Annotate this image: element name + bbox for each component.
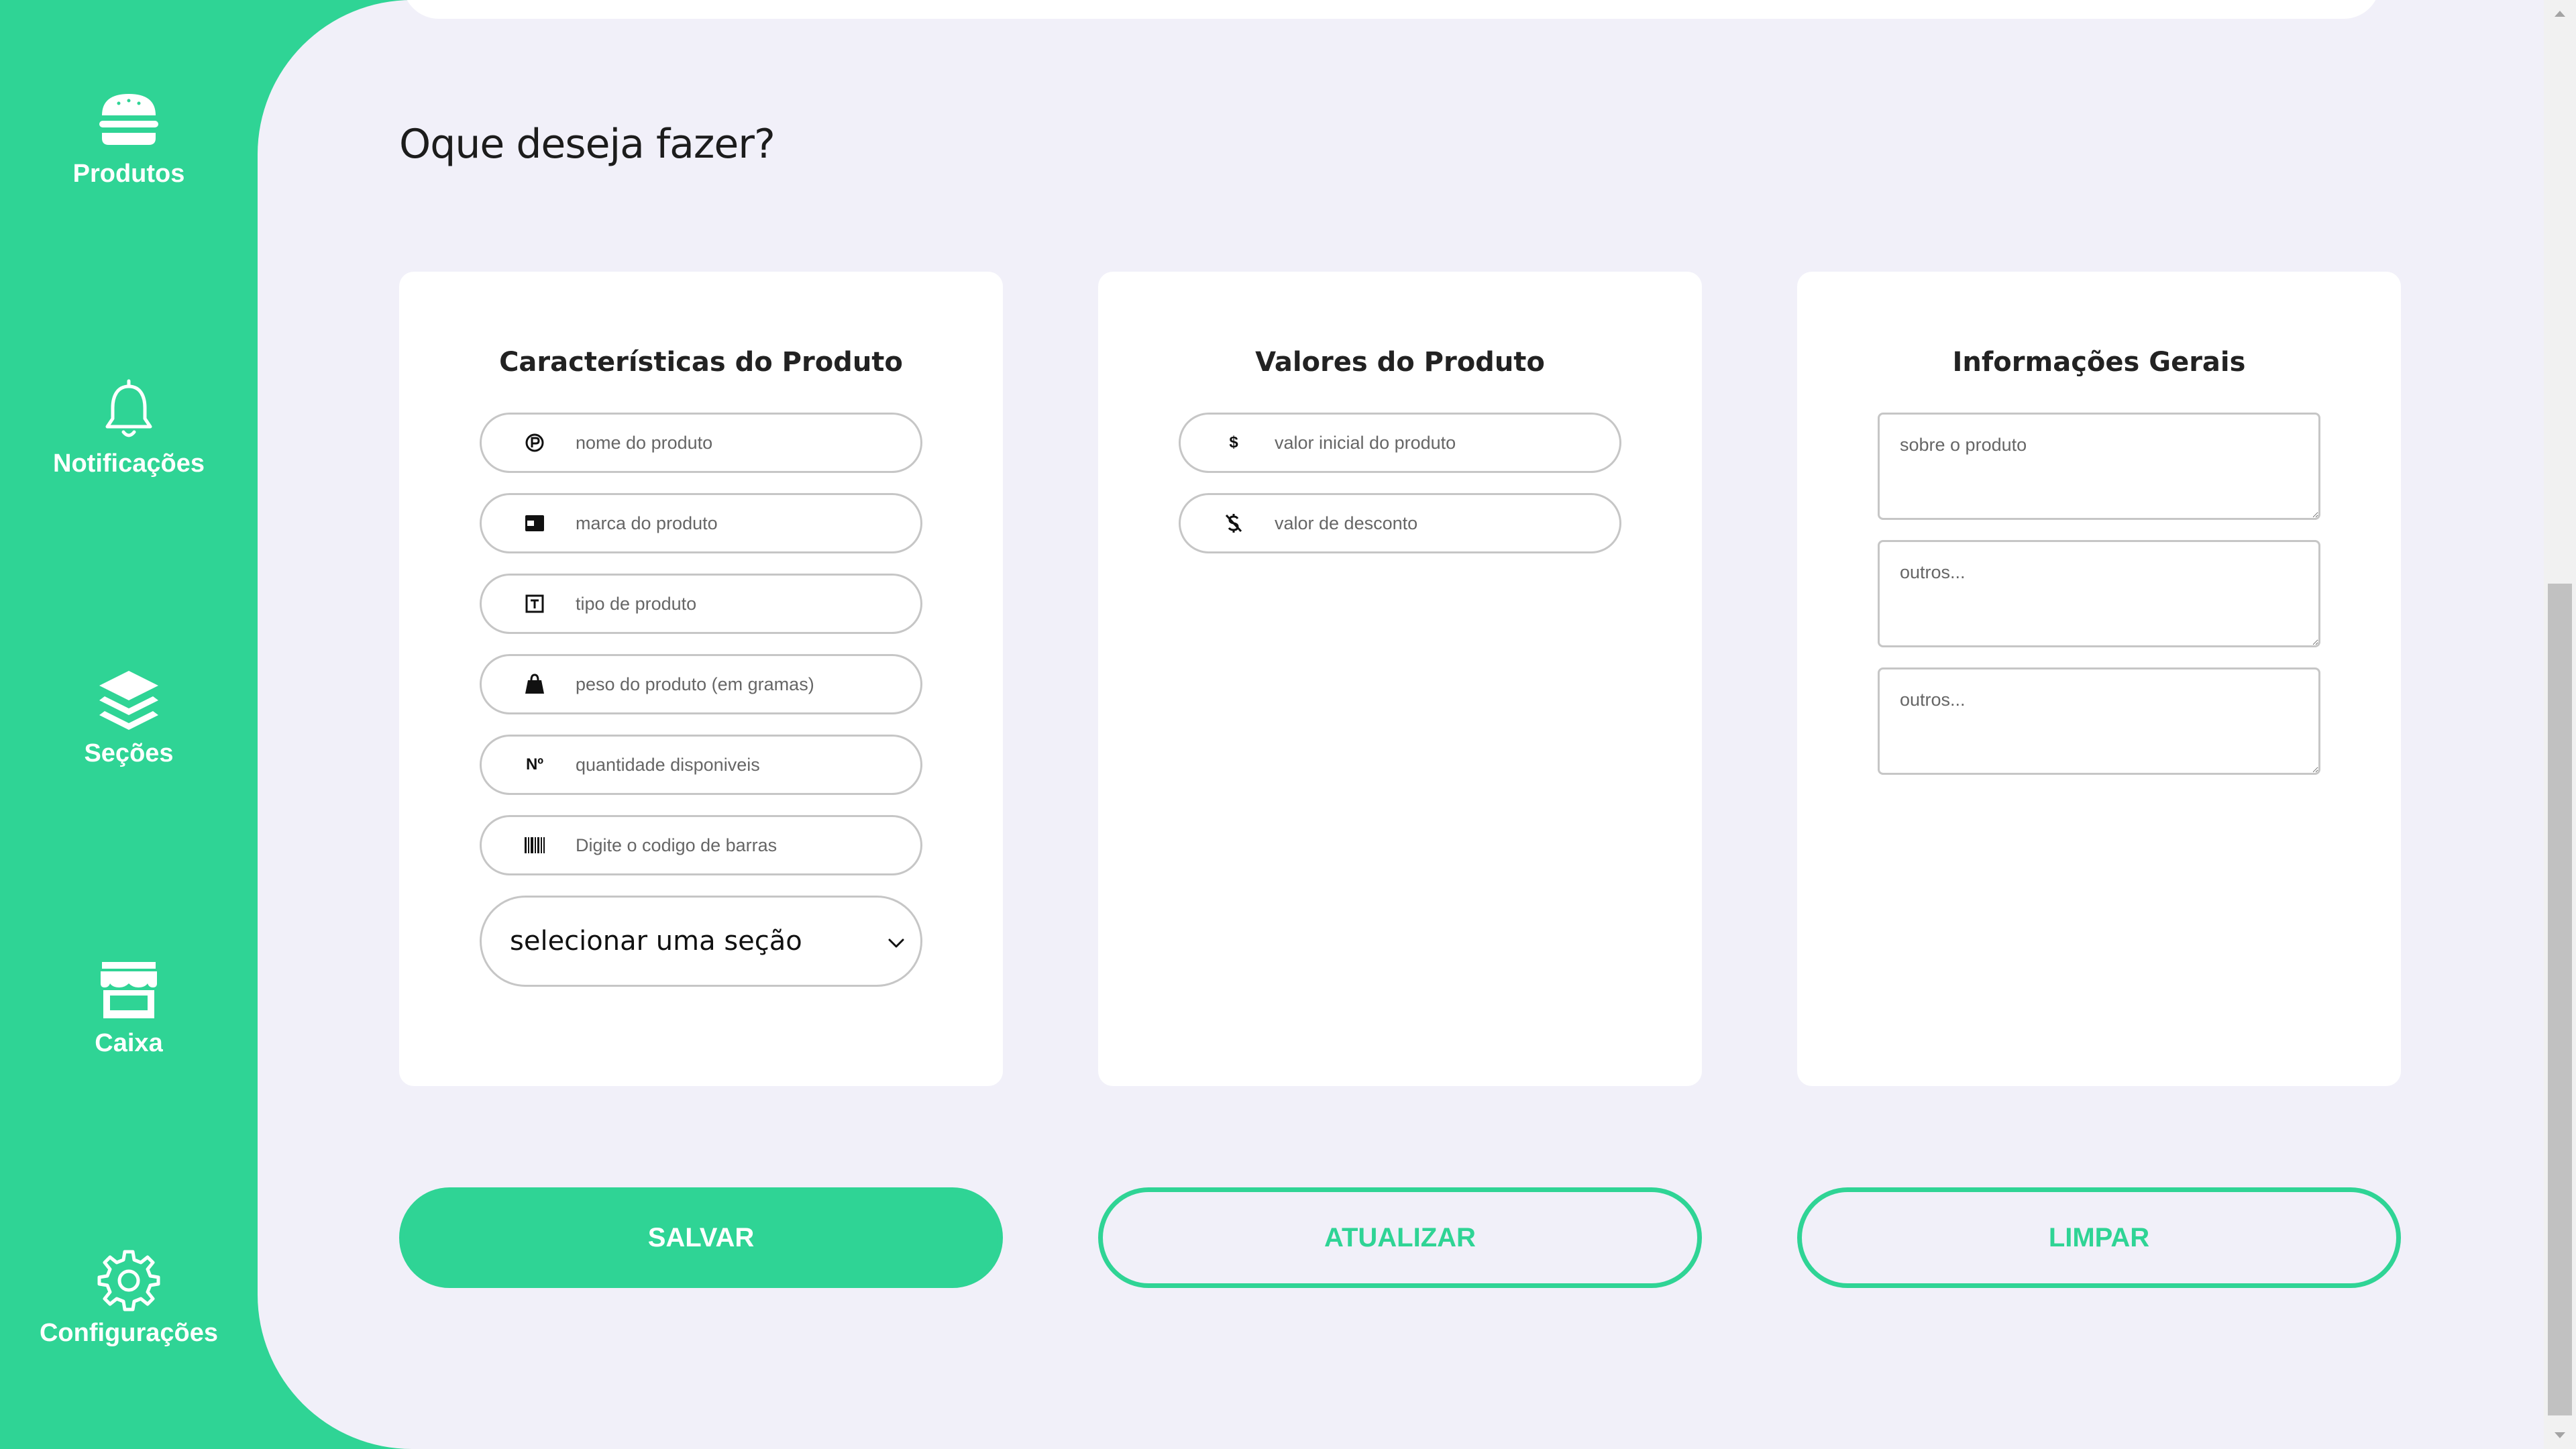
save-button[interactable]: SALVAR	[399, 1187, 1003, 1288]
product-weight-input[interactable]	[576, 674, 911, 695]
update-button[interactable]: ATUALIZAR	[1098, 1187, 1702, 1288]
product-quantity-input[interactable]	[576, 754, 911, 775]
sidebar-item-label: Notificações	[53, 449, 205, 478]
sidebar-item-configuracoes[interactable]: Configurações	[0, 1246, 258, 1348]
section-select[interactable]: selecionar uma seção	[480, 896, 922, 987]
section-select-value: selecionar uma seção	[510, 926, 802, 957]
initial-value-field[interactable]: $	[1179, 413, 1621, 473]
about-product-textarea[interactable]	[1878, 413, 2320, 520]
clear-button[interactable]: LIMPAR	[1797, 1187, 2401, 1288]
gear-icon	[97, 1250, 160, 1311]
scrollbar-thumb[interactable]	[2548, 584, 2572, 1415]
other-info-textarea[interactable]	[1878, 540, 2320, 647]
bell-icon	[105, 379, 152, 437]
sidebar-item-produtos[interactable]: Produtos	[0, 87, 258, 189]
numero-icon: Nº	[525, 755, 544, 773]
vertical-scrollbar[interactable]	[2544, 0, 2576, 1449]
weight-bag-icon	[523, 673, 546, 696]
text-type-icon	[523, 592, 546, 615]
sidebar-item-label: Caixa	[95, 1029, 163, 1057]
discount-value-field[interactable]	[1179, 493, 1621, 553]
product-name-input[interactable]	[576, 432, 911, 453]
page-title: Oque deseja fazer?	[399, 121, 775, 168]
product-values-card: Valores do Produto $	[1098, 272, 1702, 1086]
product-barcode-field[interactable]	[480, 815, 922, 875]
card-title: Informações Gerais	[1952, 347, 2246, 378]
card-title: Valores do Produto	[1255, 347, 1545, 378]
product-type-input[interactable]	[576, 593, 911, 614]
sidebar-item-notificacoes[interactable]: Notificações	[0, 377, 258, 478]
main-panel: Oque deseja fazer? Características do Pr…	[258, 0, 2544, 1449]
sidebar-item-caixa[interactable]: Caixa	[0, 957, 258, 1058]
brand-icon	[523, 512, 546, 535]
product-barcode-input[interactable]	[576, 835, 911, 856]
sidebar-item-label: Seções	[84, 739, 174, 767]
product-brand-input[interactable]	[576, 513, 911, 534]
layers-icon	[99, 671, 158, 730]
other-info-textarea-2[interactable]	[1878, 667, 2320, 775]
general-info-card: Informações Gerais	[1797, 272, 2401, 1086]
product-weight-field[interactable]	[480, 654, 922, 714]
product-name-icon	[523, 431, 546, 454]
product-quantity-field[interactable]: Nº	[480, 735, 922, 795]
sidebar-item-label: Configurações	[39, 1319, 219, 1347]
dollar-icon: $	[1229, 433, 1238, 451]
product-name-field[interactable]	[480, 413, 922, 473]
top-card	[402, 0, 2380, 19]
sidebar-item-label: Produtos	[72, 160, 185, 188]
chevron-down-icon	[888, 938, 904, 948]
product-type-field[interactable]	[480, 574, 922, 634]
product-characteristics-card: Características do Produto nome do produ…	[399, 272, 1003, 1086]
card-title: Características do Produto	[499, 347, 903, 378]
scroll-down-arrow-icon[interactable]	[2544, 1422, 2576, 1449]
product-brand-field[interactable]	[480, 493, 922, 553]
barcode-icon	[523, 834, 546, 857]
discount-value-input[interactable]	[1275, 513, 1610, 534]
sidebar: Produtos Notificações Seções Caixa Confi…	[0, 0, 258, 1449]
initial-value-input[interactable]	[1275, 432, 1610, 453]
burger-icon	[99, 94, 158, 145]
sidebar-item-secoes[interactable]: Seções	[0, 667, 258, 768]
store-icon	[101, 962, 157, 1018]
scroll-up-arrow-icon[interactable]	[2544, 0, 2576, 27]
dollar-off-icon	[1222, 512, 1245, 535]
